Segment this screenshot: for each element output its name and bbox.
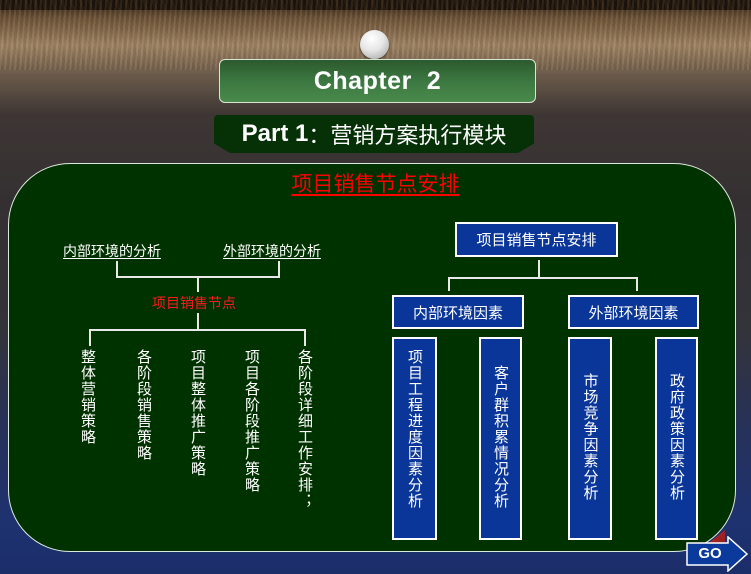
connector xyxy=(197,276,199,292)
factor-label: 项目工程进度因素分析 xyxy=(406,349,424,509)
part-banner: Part 1：营销方案执行模块 xyxy=(214,115,534,153)
factor-label: 客户群积累情况分析 xyxy=(492,365,510,509)
group-internal-label: 内部环境因素 xyxy=(412,303,503,322)
part-separator: ： xyxy=(308,124,331,149)
group-external-label: 外部环境因素 xyxy=(588,303,679,322)
leaf-phase-sales: 各阶段销售策略 xyxy=(135,349,153,461)
connector xyxy=(636,277,638,291)
factor-market-competition: 市场竞争因素分析 xyxy=(568,337,612,540)
part-prefix: Part 1 xyxy=(241,120,309,147)
factor-construction-progress: 项目工程进度因素分析 xyxy=(392,337,437,540)
node-root-label: 项目销售节点安排 xyxy=(476,231,597,249)
content-panel xyxy=(8,163,736,552)
factor-government-policy: 政府政策因素分析 xyxy=(655,337,698,540)
pin-icon xyxy=(360,30,389,59)
leaf-overall-promotion: 项目整体推广策略 xyxy=(189,349,207,477)
node-sales-milestone: 项目销售节点 xyxy=(152,296,236,312)
connector xyxy=(448,277,637,279)
leaf-detailed-schedule: 各阶段详细工作安排； xyxy=(296,349,314,509)
connector xyxy=(538,260,540,278)
factor-customer-accumulation: 客户群积累情况分析 xyxy=(479,337,522,540)
connector xyxy=(448,277,450,291)
node-root-sales-schedule: 项目销售节点安排 xyxy=(455,222,618,257)
connector xyxy=(89,329,305,331)
factor-label: 政府政策因素分析 xyxy=(668,373,686,501)
leaf-phase-promotion: 项目各阶段推广策略 xyxy=(243,349,261,493)
connector xyxy=(89,329,91,346)
go-button[interactable]: GO xyxy=(686,536,748,572)
leaf-overall-marketing: 整体营销策略 xyxy=(79,349,97,445)
group-internal-factors: 内部环境因素 xyxy=(392,295,524,329)
connector xyxy=(197,313,199,329)
chapter-label: Chapter 2 xyxy=(313,66,442,95)
node-external-analysis: 外部环境的分析 xyxy=(223,244,321,260)
part-title: 营销方案执行模块 xyxy=(330,124,507,149)
connector xyxy=(304,329,306,346)
panel-title: 项目销售节点安排 xyxy=(291,172,460,196)
factor-label: 市场竞争因素分析 xyxy=(581,373,600,501)
go-label: GO xyxy=(698,545,722,562)
node-internal-analysis: 内部环境的分析 xyxy=(63,244,161,260)
chapter-banner: Chapter 2 xyxy=(219,59,536,103)
group-external-factors: 外部环境因素 xyxy=(568,295,699,329)
